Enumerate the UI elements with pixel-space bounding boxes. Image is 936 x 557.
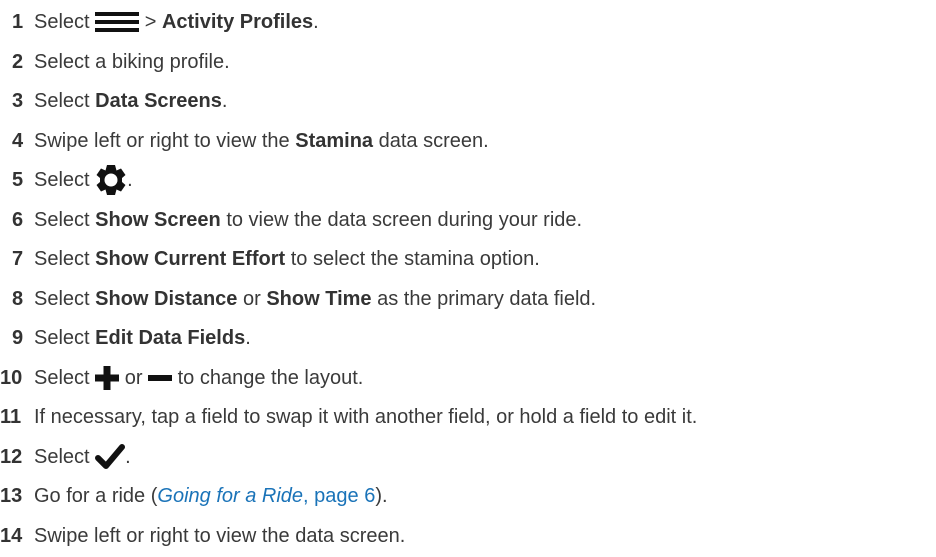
plus-icon (95, 366, 120, 390)
step-text-pre: Swipe left or right to view the (34, 130, 296, 152)
step-text-post: . (127, 169, 133, 191)
step-text: Select or to change the layout. (34, 366, 363, 390)
step-text-pre: Select (34, 169, 96, 191)
step-text: Select . (34, 444, 131, 470)
step-13: 13 Go for a ride ( Going for a Ride , pa… (0, 476, 388, 516)
step-text: Select Show Screen to view the data scre… (34, 208, 582, 232)
step-text-post: . (313, 11, 319, 33)
step-text: Select Edit Data Fields . (34, 326, 251, 350)
step-number: 11 (0, 406, 22, 428)
step-text-mid: or (119, 367, 149, 389)
step-text-pre: Select (34, 209, 96, 231)
step-text-post: to view the data screen during your ride… (220, 209, 583, 231)
step-number: 14 (0, 525, 23, 547)
step-text-bold: Data Screens (95, 90, 222, 112)
step-text-post: ). (375, 485, 388, 507)
step-text-bold: Edit Data Fields (95, 327, 246, 349)
step-text: Select a biking profile. (34, 51, 230, 73)
step-14: 14 Swipe left or right to view the data … (0, 516, 405, 556)
step-text-pre: Select (34, 327, 96, 349)
step-text: Select Show Current Effort to select the… (34, 247, 540, 271)
step-text-pre: Select (34, 367, 96, 389)
step-text-bold: Activity Profiles (161, 11, 314, 33)
step-6: 6 Select Show Screen to view the data sc… (0, 200, 582, 240)
step-text: If necessary, tap a field to swap it wit… (34, 406, 698, 428)
step-5: 5 Select . (0, 160, 133, 200)
step-9: 9 Select Edit Data Fields . (0, 318, 251, 358)
step-text-post: as the primary data field. (371, 288, 597, 310)
step-text-pre: Go for a ride ( (34, 485, 158, 507)
step-text-pre: Select (34, 90, 96, 112)
step-text-post: . (245, 327, 251, 349)
step-number: 2 (12, 51, 24, 73)
step-number: 9 (12, 327, 24, 349)
step-number: 10 (0, 367, 23, 389)
cross-reference-link[interactable]: Going for a Ride (157, 484, 303, 508)
step-text-pre: Select (34, 248, 96, 270)
step-text-post: to select the stamina option. (285, 248, 540, 270)
step-text-pre: Select (34, 11, 96, 33)
step-number: 1 (12, 11, 24, 33)
step-12: 12 Select . (0, 437, 131, 477)
step-10: 10 Select or to change the layout. (0, 358, 363, 398)
step-text-post: to change the layout. (172, 367, 364, 389)
menu-icon (95, 12, 140, 32)
step-number: 7 (12, 248, 24, 270)
step-1: 1 Select > Activity Profiles . (0, 2, 319, 42)
step-text: Select > Activity Profiles . (34, 10, 319, 34)
step-number: 4 (12, 130, 24, 152)
step-8: 8 Select Show Distance or Show Time as t… (0, 279, 596, 319)
minus-icon (148, 375, 173, 381)
step-text-post: . (221, 90, 228, 112)
step-11: 11 If necessary, tap a field to swap it … (0, 397, 697, 437)
step-text: Select . (34, 165, 133, 195)
step-text-post: data screen. (373, 130, 489, 152)
step-number: 8 (12, 288, 24, 310)
cross-reference-page[interactable]: , page 6 (303, 484, 375, 508)
step-3: 3 Select Data Screens . (0, 81, 227, 121)
step-text-post: . (125, 446, 131, 468)
step-7: 7 Select Show Current Effort to select t… (0, 239, 540, 279)
step-text: Go for a ride ( Going for a Ride , page … (34, 484, 388, 508)
step-text-bold: Show Current Effort (95, 248, 286, 270)
instruction-steps: 1 Select > Activity Profiles . 2 Select … (0, 0, 936, 557)
step-number: 12 (0, 446, 23, 468)
step-text-bold-2: Show Time (266, 288, 372, 310)
step-text-bold: Show Screen (95, 209, 221, 231)
step-text-bold: Show Distance (95, 288, 238, 310)
step-text-pre: Select (34, 446, 96, 468)
step-4: 4 Swipe left or right to view the Stamin… (0, 121, 489, 161)
step-number: 3 (12, 90, 24, 112)
step-text-mid: or (237, 288, 267, 310)
step-text-pre: Select (34, 288, 96, 310)
step-number: 6 (12, 209, 24, 231)
step-text: Select Show Distance or Show Time as the… (34, 287, 596, 311)
step-text: Swipe left or right to view the data scr… (34, 525, 406, 547)
step-text-mid: > (139, 11, 162, 33)
step-2: 2 Select a biking profile. (0, 42, 230, 82)
gear-icon (96, 165, 126, 195)
checkmark-icon (95, 444, 126, 469)
step-text: Swipe left or right to view the Stamina … (34, 129, 489, 153)
step-number: 13 (0, 485, 23, 507)
step-number: 5 (12, 169, 24, 191)
step-text: Select Data Screens . (34, 89, 227, 113)
step-text-bold: Stamina (295, 130, 374, 152)
